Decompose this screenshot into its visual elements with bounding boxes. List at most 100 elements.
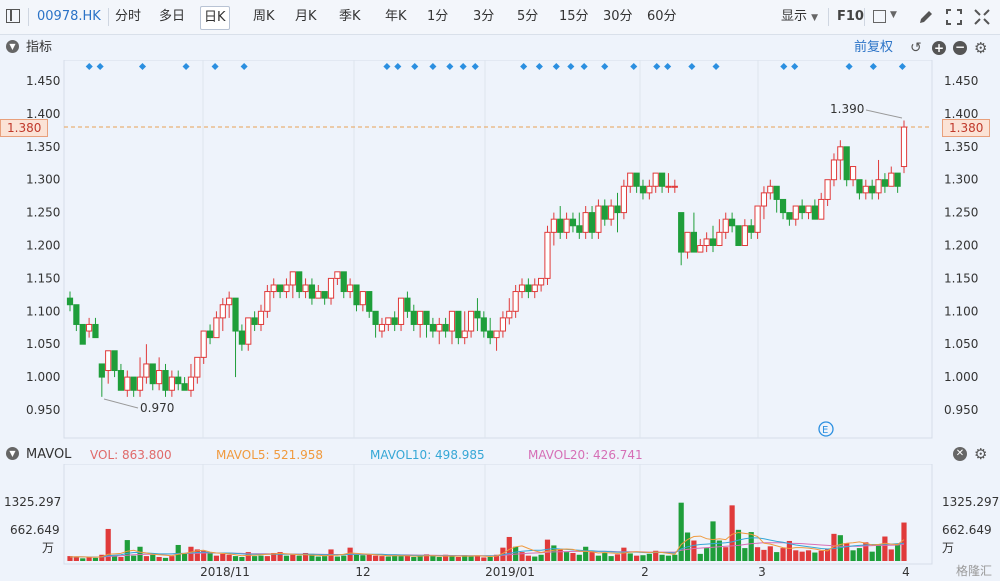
- vol-bar-82: [589, 552, 595, 561]
- vol-bar-31: [264, 556, 270, 561]
- price-tick-right-6: 1.150: [944, 271, 978, 285]
- volume-title: MAVOL: [26, 447, 72, 462]
- candle-body-17: [175, 376, 182, 385]
- candle-body-20: [194, 356, 201, 378]
- settings-gear-icon[interactable]: ⚙: [974, 38, 987, 58]
- candle-body-41: [327, 277, 335, 299]
- tab-5[interactable]: 季K: [336, 6, 364, 28]
- price-tick-left-9: 1.000: [26, 370, 60, 384]
- tab-7[interactable]: 1分: [424, 6, 451, 28]
- zoom-in-icon[interactable]: +: [932, 41, 946, 55]
- vol-bar-8: [118, 556, 124, 561]
- vol-bar-72: [525, 555, 531, 561]
- candle-body-125: [862, 185, 869, 194]
- compare-chevron-down-icon[interactable]: ▼: [890, 10, 897, 20]
- candle-body-67: [493, 330, 500, 339]
- vol-bar-18: [181, 553, 188, 561]
- sidebar-toggle-icon[interactable]: [6, 9, 20, 23]
- tab-10[interactable]: 15分: [556, 6, 592, 28]
- candle-body-60: [448, 310, 456, 332]
- tab-6[interactable]: 年K: [382, 6, 410, 28]
- candle-body-21: [200, 330, 207, 358]
- vol-tick-mid-right: 662.649: [942, 523, 992, 537]
- candle-body-114: [792, 205, 799, 220]
- watermark: 格隆汇: [955, 564, 992, 578]
- vol-bar-58: [436, 556, 442, 561]
- candle-body-43: [340, 271, 347, 293]
- adjust-mode-label[interactable]: 前复权: [854, 38, 893, 58]
- vol-bar-61: [455, 556, 461, 561]
- vol-bar-110: [767, 546, 773, 561]
- tab-0[interactable]: 分时: [112, 6, 144, 28]
- top-toolbar: 00978.HK 分时 多日 日K 周K 月K 季K 年K 1分 3分 5分 15分 30分 60分 显…: [0, 0, 1000, 35]
- candle-body-48: [372, 310, 379, 325]
- compare-checkbox[interactable]: [873, 10, 886, 23]
- tab-4[interactable]: 月K: [292, 6, 320, 28]
- display-label: 显示: [781, 9, 808, 24]
- close-icon[interactable]: ✕: [953, 447, 967, 461]
- vol-bar-95: [672, 554, 678, 561]
- vol-bar-1: [73, 557, 79, 561]
- x-label-0: 2018/11: [200, 565, 250, 579]
- expand-icon[interactable]: [974, 9, 990, 25]
- candle-body-88: [627, 172, 634, 187]
- candle-body-131: [900, 126, 908, 168]
- price-tick-right-5: 1.200: [944, 239, 978, 253]
- vol-bar-47: [366, 554, 372, 561]
- price-tick-left-3: 1.300: [26, 173, 60, 187]
- vol-bar-45: [353, 554, 360, 561]
- candle-body-94: [665, 185, 672, 188]
- vol-bar-128: [882, 536, 888, 561]
- f10-button[interactable]: F10: [834, 6, 867, 28]
- tab-12[interactable]: 60分: [644, 6, 680, 28]
- vol-bar-73: [532, 556, 538, 561]
- price-tick-left-7: 1.100: [26, 304, 60, 318]
- vol-bar-24: [220, 553, 226, 561]
- vol-bar-93: [659, 554, 665, 561]
- vol-tick-top-right: 1325.297: [942, 495, 999, 509]
- undo-icon[interactable]: ↺: [910, 38, 922, 58]
- price-tick-left-4: 1.250: [26, 206, 60, 220]
- vol-bar-52: [398, 556, 404, 561]
- vol-bar-86: [614, 554, 621, 561]
- candle-body-49: [378, 323, 386, 332]
- tab-11[interactable]: 30分: [600, 6, 636, 28]
- vol-bar-126: [869, 551, 875, 561]
- candle-body-7: [111, 350, 118, 372]
- vol-bar-14: [156, 556, 162, 561]
- vol-bar-91: [646, 553, 652, 561]
- price-tick-left-6: 1.150: [26, 271, 60, 285]
- candle-75: [544, 225, 551, 285]
- vol-bar-50: [385, 556, 391, 561]
- vol-bar-96: [678, 502, 684, 561]
- candle-body-105: [735, 225, 742, 246]
- candle-body-23: [213, 317, 220, 339]
- tab-2[interactable]: 日K: [200, 6, 230, 30]
- tab-9[interactable]: 5分: [514, 6, 541, 28]
- candle-body-106: [741, 225, 748, 246]
- vol-bar-22: [207, 552, 213, 561]
- settings-gear-icon[interactable]: ⚙: [974, 444, 987, 464]
- stock-code[interactable]: 00978.HK: [34, 6, 104, 28]
- tab-3[interactable]: 周K: [250, 6, 278, 28]
- collapse-chevron-icon[interactable]: ▼: [6, 447, 19, 460]
- tab-8[interactable]: 3分: [470, 6, 497, 28]
- price-chart: 1.450 1.4501.400 1.4001.350 1.3501.300 1.300…: [26, 60, 978, 439]
- vol-bar-131: [901, 522, 907, 561]
- draw-pen-icon[interactable]: [918, 9, 934, 25]
- collapse-chevron-icon[interactable]: ▼: [6, 40, 19, 53]
- candle-body-15: [162, 370, 169, 391]
- candle-body-35: [289, 271, 296, 286]
- candle-body-18: [181, 383, 188, 391]
- vol-bar-123: [850, 550, 856, 561]
- zoom-out-icon[interactable]: −: [953, 41, 967, 55]
- candle-131: [900, 120, 908, 174]
- tab-1[interactable]: 多日: [156, 6, 188, 28]
- fullscreen-icon[interactable]: [946, 9, 962, 25]
- candle-body-29: [251, 317, 258, 325]
- vol-bar-57: [430, 556, 436, 561]
- candle-body-63: [467, 310, 475, 332]
- display-dropdown[interactable]: 显示 ▼: [778, 6, 821, 28]
- price-tick-right-0: 1.450: [944, 74, 978, 88]
- candle-body-91: [646, 185, 653, 194]
